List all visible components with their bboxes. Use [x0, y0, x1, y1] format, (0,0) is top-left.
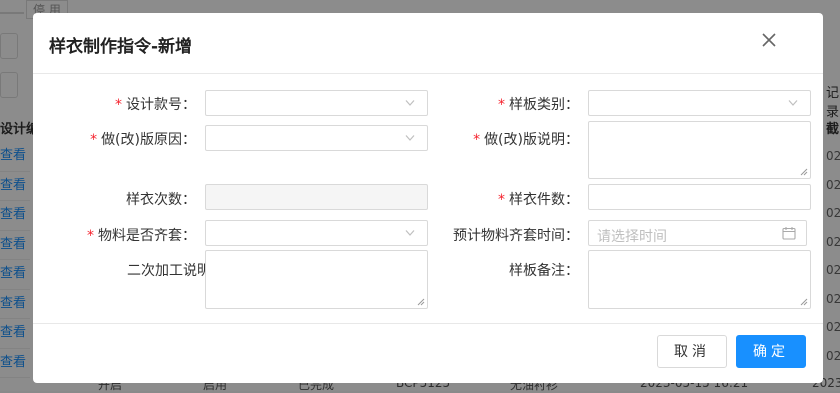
chevron-down-icon [788, 100, 798, 106]
required-mark: * [473, 132, 481, 148]
secondary-process-textarea[interactable] [205, 250, 428, 309]
sample-order-dialog: 样衣制作指令-新增 * 设计款号： * 样板类别： * 做(改)版原因： * 做(改)版… [33, 13, 823, 383]
label-text: 样衣次数 [126, 192, 182, 208]
sample-times-input [205, 184, 428, 210]
resize-handle-icon[interactable] [417, 298, 425, 306]
material-ready-select[interactable] [205, 220, 428, 246]
label-colon: ： [182, 132, 196, 148]
sample-times-label: 样衣次数： [126, 189, 196, 209]
label-text: 预计物料齐套时间 [453, 228, 565, 244]
label-colon: ： [182, 228, 196, 244]
sample-count-input[interactable] [588, 184, 811, 210]
label-text: 设计款号 [126, 97, 182, 113]
close-icon[interactable] [761, 32, 781, 52]
revision-reason-label: * 做(改)版原因： [90, 129, 196, 149]
label-colon: ： [182, 192, 196, 208]
label-colon: ： [565, 192, 579, 208]
label-colon: ： [565, 228, 579, 244]
revision-desc-label: * 做(改)版说明： [473, 129, 579, 149]
material-eta-date-picker[interactable]: 请选择时间 [588, 220, 807, 246]
cancel-button[interactable]: 取消 [657, 335, 727, 368]
pattern-remark-label: 样板备注： [509, 260, 579, 280]
dialog-title: 样衣制作指令-新增 [49, 37, 193, 57]
label-text: 样板类别 [509, 97, 565, 113]
pattern-type-label: * 样板类别： [498, 94, 579, 114]
label-text: 二次加工说明 [127, 263, 211, 279]
label-text: 物料是否齐套 [98, 228, 182, 244]
sample-count-label: * 样衣件数： [498, 189, 579, 209]
label-colon: ： [565, 263, 579, 279]
required-mark: * [115, 97, 122, 113]
material-eta-label: 预计物料齐套时间： [453, 225, 579, 245]
design-no-label: * 设计款号： [115, 94, 196, 114]
revision-desc-textarea[interactable] [588, 121, 811, 179]
label-text: 做(改)版说明 [484, 132, 565, 148]
label-text: 样板备注 [509, 263, 565, 279]
required-mark: * [90, 132, 98, 148]
label-colon: ： [182, 97, 196, 113]
pattern-type-select[interactable] [588, 90, 811, 116]
calendar-icon [782, 227, 796, 240]
label-colon: ： [565, 132, 579, 148]
chevron-down-icon [405, 100, 415, 106]
required-mark: * [498, 97, 505, 113]
design-no-select[interactable] [205, 90, 428, 116]
confirm-button[interactable]: 确定 [736, 335, 806, 368]
date-placeholder: 请选择时间 [597, 229, 667, 245]
label-text: 做(改)版原因 [101, 132, 182, 148]
label-text: 样衣件数 [509, 192, 565, 208]
pattern-remark-textarea[interactable] [588, 250, 811, 309]
resize-handle-icon[interactable] [800, 298, 808, 306]
required-mark: * [87, 228, 94, 244]
material-ready-label: * 物料是否齐套： [87, 225, 196, 245]
chevron-down-icon [405, 230, 415, 236]
resize-handle-icon[interactable] [800, 168, 808, 176]
dialog-footer: 取消 确定 [33, 323, 823, 384]
required-mark: * [498, 192, 505, 208]
chevron-down-icon [405, 135, 415, 141]
dialog-header: 样衣制作指令-新增 [33, 13, 823, 74]
label-colon: ： [565, 97, 579, 113]
revision-reason-select[interactable] [205, 125, 428, 151]
